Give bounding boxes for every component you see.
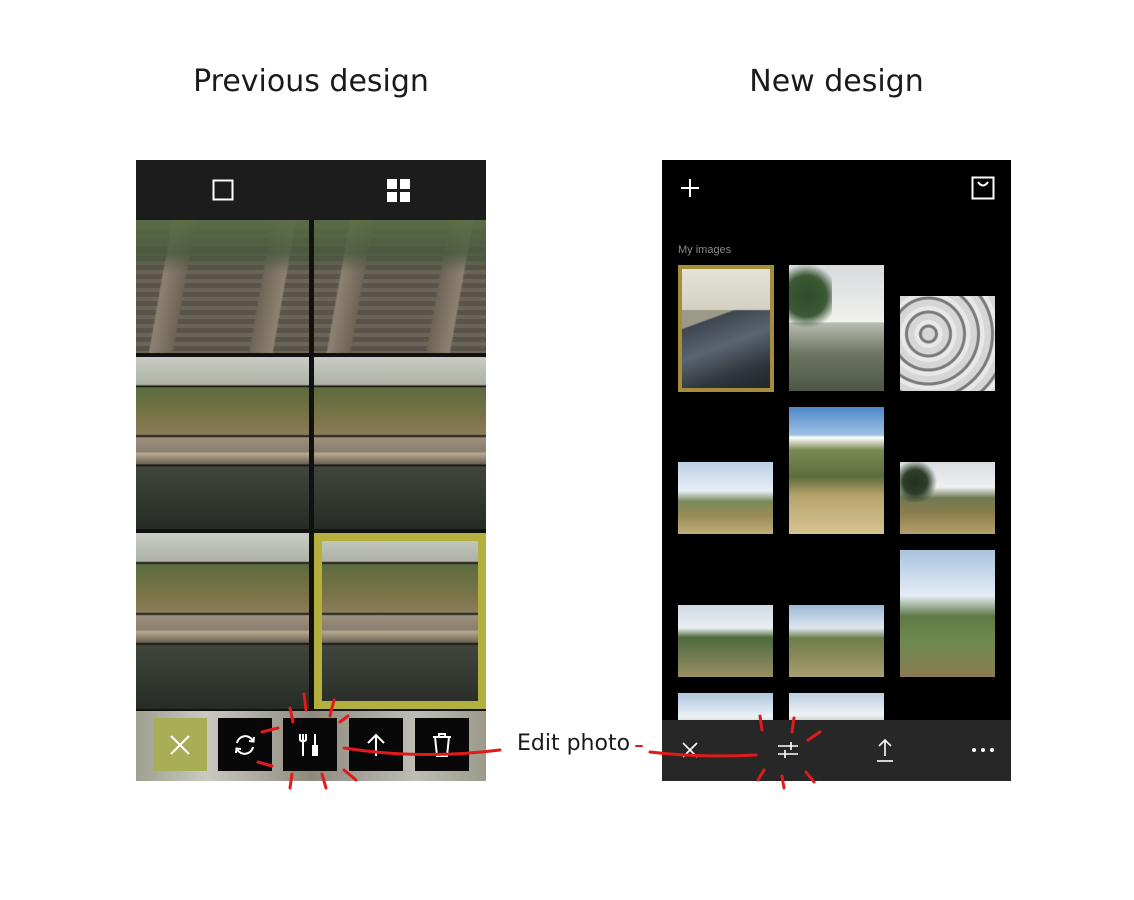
grid-view-button[interactable] xyxy=(373,172,423,208)
photo-tile[interactable] xyxy=(678,462,773,534)
square-icon xyxy=(212,179,234,201)
close-button[interactable] xyxy=(153,718,207,771)
edit-photo-annotation: Edit photo xyxy=(517,731,631,756)
share-button[interactable] xyxy=(349,718,403,771)
photo-tile[interactable] xyxy=(314,220,486,353)
selection-frame xyxy=(314,533,486,709)
photo-tile[interactable] xyxy=(900,550,995,677)
photo-tile[interactable] xyxy=(136,533,309,709)
cart-button[interactable] xyxy=(969,174,997,202)
rotate-button[interactable] xyxy=(218,718,272,771)
more-button[interactable] xyxy=(965,734,1001,766)
new-design-heading: New design xyxy=(749,64,924,99)
photo-tile[interactable] xyxy=(789,265,884,391)
plus-icon xyxy=(681,179,699,197)
selection-frame xyxy=(678,265,774,392)
bag-icon xyxy=(971,176,995,200)
previous-design-screen xyxy=(136,160,486,781)
previous-top-bar xyxy=(136,160,486,220)
delete-button[interactable] xyxy=(415,718,469,771)
photo-tile[interactable] xyxy=(136,357,309,529)
add-button[interactable] xyxy=(676,174,704,202)
trash-icon xyxy=(433,732,451,757)
edit-button[interactable] xyxy=(770,734,806,766)
previous-toolbar xyxy=(136,711,486,781)
photo-tile[interactable] xyxy=(136,220,309,353)
single-view-button[interactable] xyxy=(198,172,248,208)
photo-tile[interactable] xyxy=(314,357,486,529)
upload-icon xyxy=(877,738,893,762)
photo-tile[interactable] xyxy=(789,605,884,677)
arrow-up-icon xyxy=(367,733,385,756)
previous-design-heading: Previous design xyxy=(193,64,429,99)
new-design-screen: My images xyxy=(662,160,1011,781)
rotate-icon xyxy=(235,734,255,755)
share-button[interactable] xyxy=(867,734,903,766)
photo-tile[interactable] xyxy=(900,462,995,534)
close-icon xyxy=(170,734,190,755)
new-toolbar xyxy=(662,720,1011,781)
edit-button[interactable] xyxy=(283,718,337,771)
grid-icon xyxy=(386,178,410,202)
section-title: My images xyxy=(678,244,732,256)
sliders-icon xyxy=(778,742,798,758)
close-icon xyxy=(682,742,698,758)
more-icon xyxy=(972,748,994,752)
edit-tools-icon xyxy=(299,733,318,756)
photo-tile[interactable] xyxy=(678,605,773,677)
photo-tile[interactable] xyxy=(789,407,884,534)
close-button[interactable] xyxy=(672,734,708,766)
photo-tile[interactable] xyxy=(900,296,995,391)
